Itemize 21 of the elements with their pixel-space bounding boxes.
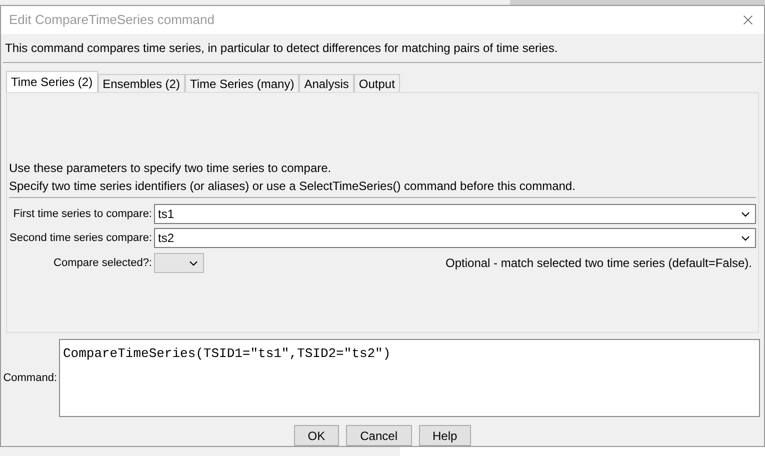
field-label: First time series to compare: xyxy=(12,206,153,222)
tab[interactable]: Time Series (2) xyxy=(6,71,98,92)
field-label: Compare selected?: xyxy=(52,256,153,271)
command-text-area[interactable]: CompareTimeSeries(TSID1="ts1",TSID2="ts2") xyxy=(59,339,760,417)
instruction-text: Use these parameters to specify two time series to compare. xyxy=(9,160,332,177)
field-note: Optional - match selected two time series (default=False). xyxy=(446,255,753,272)
dropdown-field[interactable]: ts1 xyxy=(154,204,756,224)
description-text: This command compares time series, in particular to detect differences for matching pairs of time series. xyxy=(5,41,558,55)
field-label: Second time series compare: xyxy=(9,230,153,246)
dialog-button[interactable]: OK xyxy=(294,425,340,446)
tab[interactable]: Time Series (many) xyxy=(184,74,300,92)
tab[interactable]: Ensembles (2) xyxy=(98,74,185,92)
dropdown-field[interactable] xyxy=(154,253,204,273)
command-label: Command: xyxy=(3,370,58,386)
tab[interactable]: Output xyxy=(354,74,400,92)
dialog-button[interactable]: Cancel xyxy=(346,425,412,446)
dropdown-field[interactable]: ts2 xyxy=(154,228,756,248)
dialog-button[interactable]: Help xyxy=(418,425,472,446)
instruction-text: Specify two time series identifiers (or aliases) or use a SelectTimeSeries() command before this command. xyxy=(9,178,576,195)
window-title: Edit CompareTimeSeries command xyxy=(9,11,214,30)
tab[interactable]: Analysis xyxy=(299,74,354,92)
